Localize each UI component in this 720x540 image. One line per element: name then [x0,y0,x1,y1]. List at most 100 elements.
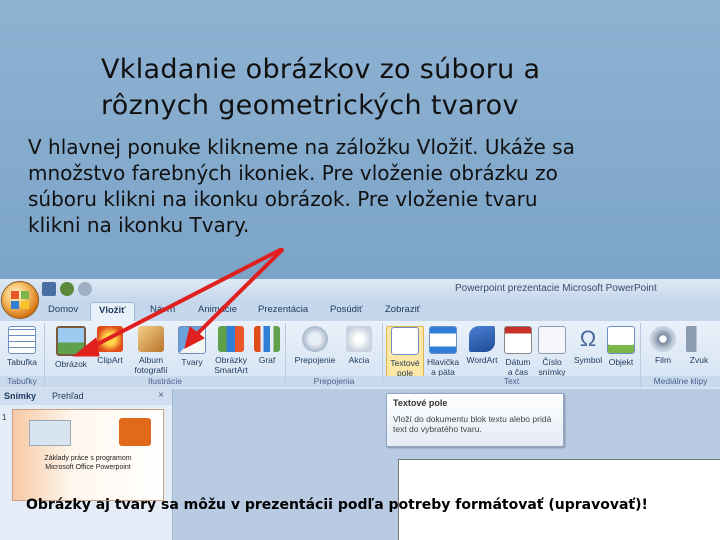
chart-button[interactable]: Graf [253,326,281,365]
slide-number-button[interactable]: Číslo snímky [535,326,569,377]
thumbnail-text: Základy práce s programom Microsoft Offi… [33,454,143,472]
action-button[interactable]: Akcia [342,326,376,365]
picture-button[interactable]: Obrázok [51,326,91,369]
group-label: Prepojenia [286,376,382,387]
object-icon [607,326,635,354]
thumbnail-text-line: Microsoft Office Powerpoint [45,464,131,471]
smartart-label-2: SmartArt [214,365,248,375]
office-button[interactable] [1,281,39,319]
redo-icon[interactable] [78,282,92,296]
table-button[interactable]: Tabuľka [4,326,40,367]
photo-album-button[interactable]: Album fotografií [131,326,171,375]
calendar-icon [504,326,532,354]
close-icon[interactable]: × [158,390,164,401]
slide-number-icon [538,326,566,354]
tab-animacie[interactable]: Animácie [198,304,237,315]
tooltip-body: Vloží do dokumentu blok textu alebo prid… [393,414,552,434]
powerpoint-logo-icon [119,418,151,446]
omega-icon: Ω [579,326,597,351]
table-icon [8,326,36,354]
group-label: Mediálne klipy [641,376,720,387]
ribbon-tabs: Domov Vložiť Návrh Animácie Prezentácia … [0,301,720,324]
group-links: Prepojenie Akcia Prepojenia [286,323,383,387]
movie-button[interactable]: Film [647,326,679,365]
sound-button[interactable]: Zvuk [683,326,715,365]
group-media: Film Zvuk Mediálne klipy [641,323,720,387]
header-label-1: Hlavička [426,357,460,367]
picture-icon [56,326,86,356]
symbol-button[interactable]: Ω Symbol [571,326,605,365]
slide-body: V hlavnej ponuke klikneme na záložku Vlo… [28,134,698,238]
window-title: Powerpoint prezentacie Microsoft PowerPo… [455,283,657,294]
textbox-icon [391,327,419,355]
album-label-1: Album [138,355,164,365]
group-label: Ilustrácie [45,376,285,387]
body-line: súboru klikni na ikonku obrázok. Pre vlo… [28,187,538,211]
smartart-button[interactable]: Obrázky SmartArt [211,326,251,375]
table-label: Tabuľka [7,357,37,367]
tab-domov[interactable]: Domov [48,304,78,315]
tooltip: Textové pole Vloží do dokumentu blok tex… [386,393,564,447]
film-reel-icon [650,326,676,352]
chart-icon [254,326,280,352]
object-label: Objekt [608,357,634,367]
shapes-button[interactable]: Tvary [175,326,209,367]
footer-note: Obrázky aj tvary sa môžu v prezentácii p… [26,497,648,513]
eu-logo-icon [29,420,71,446]
clipart-label: ClipArt [97,355,123,365]
group-label: Text [383,376,640,387]
group-label: Tabuľky [0,376,44,387]
group-illustrations: Obrázok ClipArt Album fotografií Tvary O… [45,323,286,387]
header-footer-button[interactable]: Hlavička a päta [425,326,461,377]
body-line: V hlavnej ponuke klikneme na záložku Vlo… [28,135,575,159]
quick-access-toolbar [42,282,92,296]
tab-zobrazit[interactable]: Zobraziť [385,304,420,315]
save-icon[interactable] [42,282,56,296]
undo-icon[interactable] [60,282,74,296]
header-footer-icon [429,326,457,354]
tab-outline[interactable]: Prehľad [52,391,84,401]
wordart-icon [469,326,495,352]
clipart-icon [97,326,123,352]
globe-icon [302,326,328,352]
thumbnail-text-line: Základy práce s programom [44,455,132,462]
slides-pane: Snímky Prehľad × 1 Základy práce s progr… [0,389,173,540]
hyperlink-label: Prepojenie [294,355,336,365]
office-logo-icon [11,291,29,309]
slide-title: Vkladanie obrázkov zo súboru a rôznych g… [101,52,661,124]
group-tables: Tabuľka Tabuľky [0,323,45,387]
speaker-icon [686,326,712,352]
pane-tabs: Snímky Prehľad × [0,389,172,405]
shapes-icon [178,326,206,354]
tab-prezentacia[interactable]: Prezentácia [258,304,308,315]
slide-number: 1 [2,413,7,422]
tooltip-title: Textové pole [393,398,448,408]
date-time-button[interactable]: Dátum a čas [503,326,533,377]
symbol-label: Symbol [573,355,603,365]
wordart-button[interactable]: WordArt [463,326,501,365]
wordart-label: WordArt [466,355,498,365]
smartart-icon [218,326,244,352]
slide-title-line: Vkladanie obrázkov zo súboru a [101,54,541,85]
window-titlebar: Powerpoint prezentacie Microsoft PowerPo… [0,279,720,301]
object-button[interactable]: Objekt [605,326,637,367]
photo-album-icon [138,326,164,352]
sound-label: Zvuk [689,355,709,365]
tab-slides[interactable]: Snímky [4,391,36,401]
tab-posudit[interactable]: Posúdiť [330,304,363,315]
tab-navrh[interactable]: Návrh [150,304,175,315]
movie-label: Film [654,355,672,365]
textbox-label-1: Textové [390,358,420,368]
slide-thumbnail[interactable]: Základy práce s programom Microsoft Offi… [12,409,164,501]
textbox-button[interactable]: Textové pole [386,326,424,379]
smartart-label-1: Obrázky [215,355,247,365]
album-label-2: fotografií [134,365,168,375]
action-star-icon [346,326,372,352]
clipart-button[interactable]: ClipArt [93,326,127,365]
ribbon: Tabuľka Tabuľky Obrázok ClipArt Album fo… [0,321,720,390]
shapes-label: Tvary [181,357,203,367]
action-label: Akcia [348,355,370,365]
slide-title-line: rôznych geometrických tvarov [101,90,519,121]
hyperlink-button[interactable]: Prepojenie [292,326,338,365]
slidenum-label-1: Číslo [542,357,562,367]
